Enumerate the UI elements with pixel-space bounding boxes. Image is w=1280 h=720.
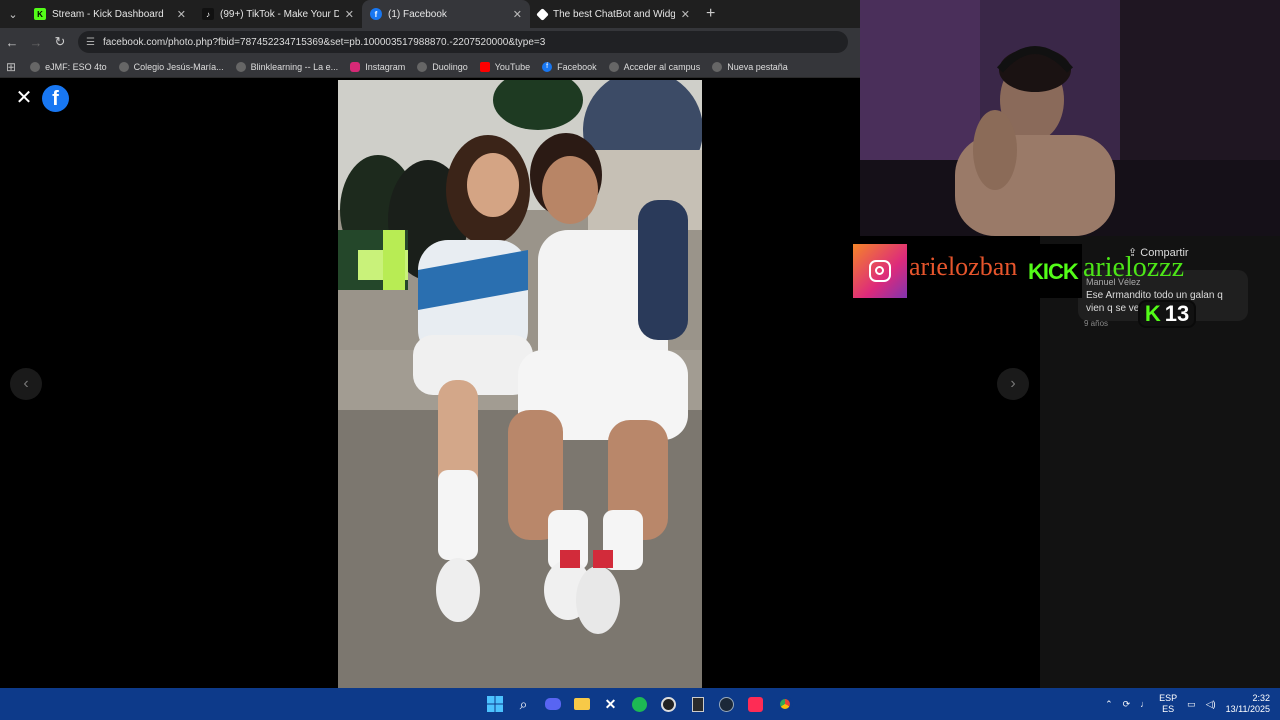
- microphone-icon[interactable]: ♩: [1140, 699, 1149, 710]
- facebook-logo-icon[interactable]: f: [42, 85, 69, 112]
- clock-date: 13/11/2025: [1225, 704, 1270, 714]
- globe-icon: [235, 61, 246, 72]
- photo-image: [338, 80, 702, 688]
- back-icon[interactable]: ←: [0, 28, 24, 56]
- bookmark-item[interactable]: eJMF: ESO 4to: [30, 61, 107, 72]
- address-toolbar: ← → ↻ ☰ facebook.com/photo.php?fbid=7874…: [0, 28, 860, 56]
- tab-label: (99+) TikTok - Make Your Day: [220, 8, 339, 20]
- search-icon[interactable]: ⌕: [509, 688, 538, 720]
- webcam-illustration: [860, 0, 1280, 236]
- bookmark-label: Blinklearning -- La e...: [250, 61, 339, 72]
- chevron-up-icon[interactable]: ⌃: [1105, 699, 1113, 710]
- discord-icon[interactable]: [538, 688, 567, 720]
- kick-k-icon: K: [1144, 301, 1161, 326]
- clock[interactable]: 2:32 13/11/2025: [1226, 693, 1270, 715]
- bookmark-label: Facebook: [557, 61, 597, 72]
- url-bar[interactable]: ☰ facebook.com/photo.php?fbid=7874522347…: [78, 31, 848, 53]
- globe-icon: [30, 61, 41, 72]
- bookmark-item[interactable]: Nueva pestaña: [712, 61, 788, 72]
- file-explorer-icon[interactable]: [567, 688, 596, 720]
- instagram-handle: arielozban: [909, 252, 1018, 281]
- bookmark-label: Colegio Jesús-María...: [133, 61, 224, 72]
- epic-games-icon[interactable]: [683, 688, 712, 720]
- screen: ⌄ K Stream - Kick Dashboard ✕ ♪ (99+) Ti…: [0, 0, 1280, 720]
- comment-time[interactable]: 9 años: [1084, 319, 1108, 328]
- bookmark-item[interactable]: Duolingo: [417, 61, 468, 72]
- tab-label: (1) Facebook: [388, 8, 447, 20]
- site-info-icon[interactable]: ☰: [86, 37, 95, 48]
- previous-photo-button[interactable]: ‹: [10, 368, 42, 400]
- globe-icon: [608, 61, 619, 72]
- chrome-icon[interactable]: [770, 688, 799, 720]
- capcut-icon[interactable]: ✕: [596, 688, 625, 720]
- close-tab-icon[interactable]: ✕: [177, 8, 186, 21]
- bookmark-item[interactable]: f Facebook: [542, 61, 597, 72]
- tab-chatbot[interactable]: The best ChatBot and Widgets ✕: [530, 0, 698, 28]
- instagram-icon: [350, 61, 361, 72]
- tiktok-icon[interactable]: [741, 688, 770, 720]
- obs-icon[interactable]: [654, 688, 683, 720]
- spotify-icon[interactable]: [625, 688, 654, 720]
- close-icon[interactable]: ✕: [14, 88, 34, 108]
- sync-icon[interactable]: ⟳: [1123, 699, 1131, 710]
- lang-bottom: ES: [1162, 704, 1175, 714]
- windows-taskbar: ⌕ ✕ ⌃ ⟳ ♩ ESP ES ▭ ◁) 2:32 13/11/2025: [0, 688, 1280, 720]
- kick-badge-number: 13: [1164, 301, 1190, 326]
- bookmark-item[interactable]: Blinklearning -- La e...: [235, 61, 339, 72]
- tab-label: Stream - Kick Dashboard: [52, 8, 164, 20]
- bookmark-item[interactable]: Instagram: [350, 61, 406, 72]
- tab-facebook[interactable]: f (1) Facebook ✕: [362, 0, 530, 28]
- close-tab-icon[interactable]: ✕: [681, 8, 690, 21]
- tiktok-icon: ♪: [202, 8, 214, 20]
- bookmark-item[interactable]: Colegio Jesús-María...: [118, 61, 224, 72]
- botrix-icon: [536, 7, 549, 21]
- facebook-icon: f: [542, 61, 553, 72]
- browser-tab-bar: ⌄ K Stream - Kick Dashboard ✕ ♪ (99+) Ti…: [0, 0, 860, 28]
- apps-grid-icon[interactable]: ⊞: [6, 60, 16, 74]
- close-tab-icon[interactable]: ✕: [345, 8, 354, 21]
- tab-kick-dashboard[interactable]: K Stream - Kick Dashboard ✕: [26, 0, 194, 28]
- bookmark-label: Nueva pestaña: [727, 61, 788, 72]
- globe-icon: [118, 61, 129, 72]
- photo-illustration: [338, 80, 702, 688]
- system-tray: ⌃ ⟳ ♩ ESP ES ▭ ◁) 2:32 13/11/2025: [1095, 688, 1270, 720]
- clock-time: 2:32: [1252, 693, 1270, 703]
- new-tab-icon[interactable]: +: [706, 5, 715, 23]
- youtube-icon: [479, 61, 490, 72]
- network-icon[interactable]: ▭: [1187, 699, 1196, 710]
- url-text: facebook.com/photo.php?fbid=787452234715…: [102, 36, 546, 48]
- bookmark-label: YouTube: [494, 61, 531, 72]
- language-indicator[interactable]: ESP ES: [1159, 693, 1177, 715]
- steam-icon[interactable]: [712, 688, 741, 720]
- bookmark-item[interactable]: Acceder al campus: [608, 61, 701, 72]
- globe-icon: [712, 61, 723, 72]
- bookmark-label: Duolingo: [432, 61, 468, 72]
- globe-icon: [417, 61, 428, 72]
- taskbar-apps: ⌕ ✕: [480, 688, 799, 720]
- volume-icon[interactable]: ◁): [1206, 699, 1216, 710]
- tab-tiktok[interactable]: ♪ (99+) TikTok - Make Your Day ✕: [194, 0, 362, 28]
- windows-start-icon[interactable]: [480, 688, 509, 720]
- lang-top: ESP: [1159, 693, 1178, 703]
- kick-handle: arielozzz: [1083, 252, 1185, 283]
- close-tab-icon[interactable]: ✕: [513, 8, 522, 21]
- next-photo-button[interactable]: ›: [997, 368, 1029, 400]
- tab-label: The best ChatBot and Widgets: [553, 8, 675, 20]
- forward-icon[interactable]: →: [24, 28, 48, 56]
- facebook-icon: f: [370, 8, 382, 20]
- bookmark-label: Acceder al campus: [623, 61, 701, 72]
- kick-logo-icon: KICK: [1028, 259, 1079, 284]
- tab-search-icon[interactable]: ⌄: [0, 0, 26, 28]
- kick-icon: K: [34, 8, 46, 20]
- instagram-icon: [853, 244, 907, 298]
- webcam-feed: [860, 0, 1280, 236]
- bookmark-item[interactable]: YouTube: [479, 61, 531, 72]
- kick-badge: K 13: [1138, 300, 1196, 328]
- bookmark-label: eJMF: ESO 4to: [45, 61, 107, 72]
- bookmark-label: Instagram: [365, 61, 406, 72]
- bookmarks-bar: ⊞ eJMF: ESO 4to Colegio Jesús-María... B…: [0, 56, 860, 78]
- reload-icon[interactable]: ↻: [48, 28, 72, 56]
